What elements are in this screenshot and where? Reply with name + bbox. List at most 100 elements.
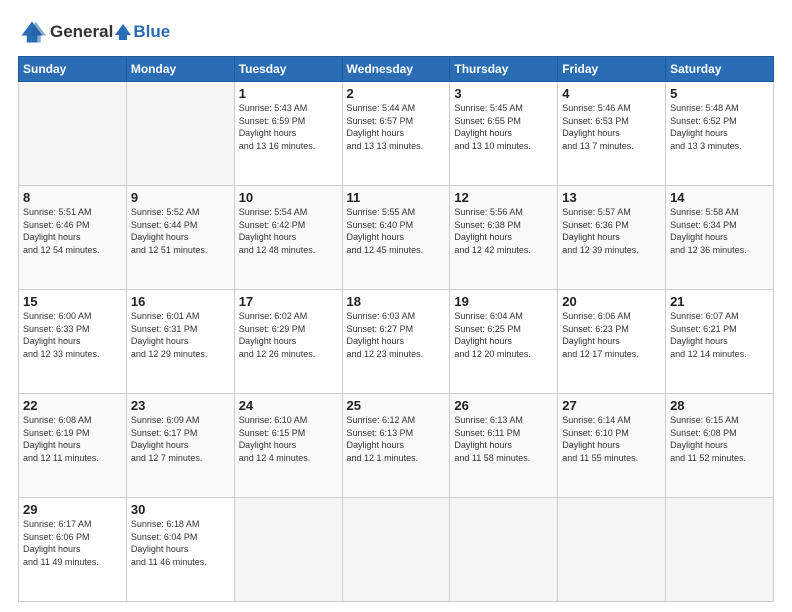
day-number: 19 xyxy=(454,294,553,309)
calendar-day: 13Sunrise: 5:57 AMSunset: 6:36 PMDayligh… xyxy=(558,186,666,290)
weekday-header: Friday xyxy=(558,57,666,82)
calendar-day xyxy=(19,82,127,186)
day-number: 22 xyxy=(23,398,122,413)
calendar-week: 15Sunrise: 6:00 AMSunset: 6:33 PMDayligh… xyxy=(19,290,774,394)
calendar-day: 21Sunrise: 6:07 AMSunset: 6:21 PMDayligh… xyxy=(666,290,774,394)
day-info: Sunrise: 5:57 AMSunset: 6:36 PMDaylight … xyxy=(562,206,661,256)
day-info: Sunrise: 5:55 AMSunset: 6:40 PMDaylight … xyxy=(347,206,446,256)
day-info: Sunrise: 6:01 AMSunset: 6:31 PMDaylight … xyxy=(131,310,230,360)
day-info: Sunrise: 5:51 AMSunset: 6:46 PMDaylight … xyxy=(23,206,122,256)
logo-text: GeneralBlue xyxy=(50,22,170,42)
day-number: 4 xyxy=(562,86,661,101)
day-info: Sunrise: 5:52 AMSunset: 6:44 PMDaylight … xyxy=(131,206,230,256)
day-info: Sunrise: 6:14 AMSunset: 6:10 PMDaylight … xyxy=(562,414,661,464)
day-number: 21 xyxy=(670,294,769,309)
calendar-day: 10Sunrise: 5:54 AMSunset: 6:42 PMDayligh… xyxy=(234,186,342,290)
day-number: 30 xyxy=(131,502,230,517)
calendar-day: 4Sunrise: 5:46 AMSunset: 6:53 PMDaylight… xyxy=(558,82,666,186)
calendar-day: 30Sunrise: 6:18 AMSunset: 6:04 PMDayligh… xyxy=(126,498,234,602)
calendar-day: 11Sunrise: 5:55 AMSunset: 6:40 PMDayligh… xyxy=(342,186,450,290)
calendar-body: 1Sunrise: 5:43 AMSunset: 6:59 PMDaylight… xyxy=(19,82,774,602)
calendar-day: 9Sunrise: 5:52 AMSunset: 6:44 PMDaylight… xyxy=(126,186,234,290)
day-number: 2 xyxy=(347,86,446,101)
calendar-day: 2Sunrise: 5:44 AMSunset: 6:57 PMDaylight… xyxy=(342,82,450,186)
calendar: SundayMondayTuesdayWednesdayThursdayFrid… xyxy=(18,56,774,602)
day-number: 29 xyxy=(23,502,122,517)
day-info: Sunrise: 6:04 AMSunset: 6:25 PMDaylight … xyxy=(454,310,553,360)
day-number: 16 xyxy=(131,294,230,309)
calendar-day xyxy=(234,498,342,602)
calendar-day xyxy=(450,498,558,602)
calendar-day: 18Sunrise: 6:03 AMSunset: 6:27 PMDayligh… xyxy=(342,290,450,394)
day-info: Sunrise: 6:10 AMSunset: 6:15 PMDaylight … xyxy=(239,414,338,464)
calendar-day: 5Sunrise: 5:48 AMSunset: 6:52 PMDaylight… xyxy=(666,82,774,186)
day-number: 12 xyxy=(454,190,553,205)
day-number: 5 xyxy=(670,86,769,101)
calendar-day: 22Sunrise: 6:08 AMSunset: 6:19 PMDayligh… xyxy=(19,394,127,498)
header: GeneralBlue xyxy=(18,18,774,46)
calendar-week: 1Sunrise: 5:43 AMSunset: 6:59 PMDaylight… xyxy=(19,82,774,186)
day-number: 25 xyxy=(347,398,446,413)
calendar-day: 29Sunrise: 6:17 AMSunset: 6:06 PMDayligh… xyxy=(19,498,127,602)
calendar-day: 15Sunrise: 6:00 AMSunset: 6:33 PMDayligh… xyxy=(19,290,127,394)
page: GeneralBlue SundayMondayTuesdayWednesday… xyxy=(0,0,792,612)
day-info: Sunrise: 6:08 AMSunset: 6:19 PMDaylight … xyxy=(23,414,122,464)
day-info: Sunrise: 5:48 AMSunset: 6:52 PMDaylight … xyxy=(670,102,769,152)
calendar-day: 24Sunrise: 6:10 AMSunset: 6:15 PMDayligh… xyxy=(234,394,342,498)
calendar-day: 8Sunrise: 5:51 AMSunset: 6:46 PMDaylight… xyxy=(19,186,127,290)
weekday-row: SundayMondayTuesdayWednesdayThursdayFrid… xyxy=(19,57,774,82)
weekday-header: Wednesday xyxy=(342,57,450,82)
calendar-day xyxy=(342,498,450,602)
day-number: 27 xyxy=(562,398,661,413)
calendar-day xyxy=(558,498,666,602)
day-info: Sunrise: 6:13 AMSunset: 6:11 PMDaylight … xyxy=(454,414,553,464)
calendar-week: 29Sunrise: 6:17 AMSunset: 6:06 PMDayligh… xyxy=(19,498,774,602)
day-number: 15 xyxy=(23,294,122,309)
day-info: Sunrise: 6:00 AMSunset: 6:33 PMDaylight … xyxy=(23,310,122,360)
day-number: 9 xyxy=(131,190,230,205)
calendar-week: 8Sunrise: 5:51 AMSunset: 6:46 PMDaylight… xyxy=(19,186,774,290)
day-info: Sunrise: 6:09 AMSunset: 6:17 PMDaylight … xyxy=(131,414,230,464)
day-number: 14 xyxy=(670,190,769,205)
calendar-day: 20Sunrise: 6:06 AMSunset: 6:23 PMDayligh… xyxy=(558,290,666,394)
day-number: 13 xyxy=(562,190,661,205)
weekday-header: Saturday xyxy=(666,57,774,82)
calendar-day: 25Sunrise: 6:12 AMSunset: 6:13 PMDayligh… xyxy=(342,394,450,498)
day-info: Sunrise: 6:18 AMSunset: 6:04 PMDaylight … xyxy=(131,518,230,568)
day-info: Sunrise: 5:43 AMSunset: 6:59 PMDaylight … xyxy=(239,102,338,152)
weekday-header: Thursday xyxy=(450,57,558,82)
calendar-day: 17Sunrise: 6:02 AMSunset: 6:29 PMDayligh… xyxy=(234,290,342,394)
day-number: 28 xyxy=(670,398,769,413)
calendar-day: 26Sunrise: 6:13 AMSunset: 6:11 PMDayligh… xyxy=(450,394,558,498)
day-number: 23 xyxy=(131,398,230,413)
day-number: 1 xyxy=(239,86,338,101)
day-number: 8 xyxy=(23,190,122,205)
day-number: 18 xyxy=(347,294,446,309)
calendar-day: 27Sunrise: 6:14 AMSunset: 6:10 PMDayligh… xyxy=(558,394,666,498)
calendar-day: 3Sunrise: 5:45 AMSunset: 6:55 PMDaylight… xyxy=(450,82,558,186)
day-info: Sunrise: 5:54 AMSunset: 6:42 PMDaylight … xyxy=(239,206,338,256)
calendar-day xyxy=(126,82,234,186)
logo: GeneralBlue xyxy=(18,18,170,46)
day-info: Sunrise: 6:12 AMSunset: 6:13 PMDaylight … xyxy=(347,414,446,464)
day-number: 17 xyxy=(239,294,338,309)
weekday-header: Sunday xyxy=(19,57,127,82)
logo-icon xyxy=(18,18,46,46)
calendar-day: 1Sunrise: 5:43 AMSunset: 6:59 PMDaylight… xyxy=(234,82,342,186)
day-info: Sunrise: 6:07 AMSunset: 6:21 PMDaylight … xyxy=(670,310,769,360)
day-info: Sunrise: 6:03 AMSunset: 6:27 PMDaylight … xyxy=(347,310,446,360)
weekday-header: Tuesday xyxy=(234,57,342,82)
calendar-header: SundayMondayTuesdayWednesdayThursdayFrid… xyxy=(19,57,774,82)
day-number: 24 xyxy=(239,398,338,413)
calendar-day xyxy=(666,498,774,602)
day-number: 11 xyxy=(347,190,446,205)
day-number: 10 xyxy=(239,190,338,205)
day-info: Sunrise: 6:02 AMSunset: 6:29 PMDaylight … xyxy=(239,310,338,360)
day-info: Sunrise: 6:17 AMSunset: 6:06 PMDaylight … xyxy=(23,518,122,568)
day-number: 26 xyxy=(454,398,553,413)
day-info: Sunrise: 5:56 AMSunset: 6:38 PMDaylight … xyxy=(454,206,553,256)
calendar-week: 22Sunrise: 6:08 AMSunset: 6:19 PMDayligh… xyxy=(19,394,774,498)
calendar-day: 14Sunrise: 5:58 AMSunset: 6:34 PMDayligh… xyxy=(666,186,774,290)
day-info: Sunrise: 5:44 AMSunset: 6:57 PMDaylight … xyxy=(347,102,446,152)
day-info: Sunrise: 6:06 AMSunset: 6:23 PMDaylight … xyxy=(562,310,661,360)
